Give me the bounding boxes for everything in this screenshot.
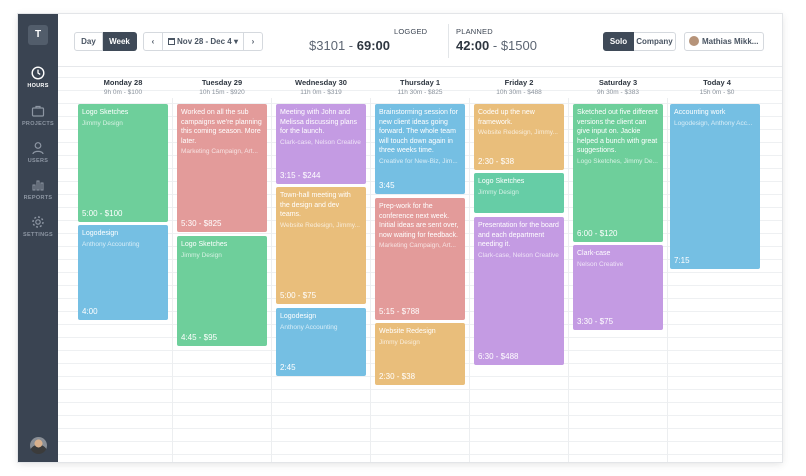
time-entry-card[interactable]: Prep-work for the conference next week. …	[375, 198, 465, 320]
day-header-friday: Friday 2 10h 30m - $488	[470, 78, 568, 96]
time-entry-card[interactable]: Clark-case Nelson Creative 3:30 - $75	[573, 245, 663, 330]
time-entry-card[interactable]: Logo Sketches Jimmy Design 5:00 - $100	[78, 104, 168, 222]
user-menu-button[interactable]: Mathias Mikk...	[684, 32, 764, 51]
sidebar-item-projects[interactable]: PROJECTS	[18, 104, 58, 127]
day-header-thursday: Thursday 1 11h 30m - $825	[371, 78, 469, 96]
planned-label: PLANNED	[456, 27, 493, 36]
day-name: Wednesday 30	[295, 78, 347, 87]
chevron-right-icon: ›	[251, 37, 255, 46]
app-window: T HOURS PROJECTS USERS REPORTS SETTINGS …	[18, 14, 782, 462]
time-entry-card[interactable]: Logo Sketches Jimmy Design	[474, 173, 564, 213]
avatar[interactable]	[30, 437, 47, 454]
logged-amount: $3101	[309, 38, 346, 53]
logged-hours: 69:00	[356, 38, 390, 53]
time-entry-card[interactable]: Website Redesign Jimmy Design 2:30 - $38	[375, 323, 465, 385]
day-header-monday: Monday 28 9h 0m - $100	[74, 78, 172, 96]
time-entry-card[interactable]: Brainstorming session for new client ide…	[375, 104, 465, 194]
day-header-wednesday: Wednesday 30 11h 0m - $319	[272, 78, 370, 96]
day-summary: 10h 30m - $488	[496, 89, 542, 96]
day-summary: 9h 0m - $100	[103, 89, 143, 96]
day-summary: 10h 15m - $920	[199, 89, 245, 96]
planned-hours: 42:00	[456, 38, 490, 53]
chevron-left-icon: ‹	[151, 37, 155, 46]
sidebar-item-label: USERS	[27, 158, 49, 164]
date-range-picker[interactable]: Nov 28 - Dec 4 ▾	[162, 32, 244, 51]
user-avatar	[689, 36, 699, 46]
time-entry-card[interactable]: Town-hall meeting with the design and de…	[276, 187, 366, 304]
logged-label: LOGGED	[394, 27, 428, 36]
week-view-button[interactable]: Week	[103, 32, 137, 51]
sidebar-item-label: HOURS	[27, 83, 49, 89]
day-summary: 9h 30m - $383	[597, 89, 639, 96]
day-divider	[172, 98, 173, 462]
calendar-icon	[168, 38, 176, 45]
clock-icon	[31, 66, 45, 80]
day-header-saturday: Saturday 3 9h 30m - $383	[569, 78, 667, 96]
sidebar-item-label: SETTINGS	[23, 232, 53, 238]
day-header-today: Today 4 15h 0m - $0	[668, 78, 766, 96]
day-divider	[469, 98, 470, 462]
gear-icon	[32, 216, 44, 228]
time-entry-card[interactable]: Logodesign Anthony Accounting 4:00	[78, 225, 168, 320]
sidebar-item-label: PROJECTS	[21, 121, 55, 127]
sidebar: T HOURS PROJECTS USERS REPORTS SETTINGS	[18, 14, 58, 462]
day-summary: 11h 0m - $319	[300, 89, 342, 96]
day-name: Friday 2	[504, 78, 534, 87]
day-name: Thursday 1	[399, 78, 440, 87]
day-name: Saturday 3	[598, 78, 638, 87]
day-header-tuesday: Tuesday 29 10h 15m - $920	[173, 78, 271, 96]
day-summary: 15h 0m - $0	[699, 89, 735, 96]
time-entry-card[interactable]: Sketched out five different versions the…	[573, 104, 663, 242]
day-divider	[568, 98, 569, 462]
day-view-button[interactable]: Day	[74, 32, 103, 51]
summary-divider	[448, 24, 449, 58]
planned-summary: 42:00 - $1500	[456, 38, 537, 53]
day-divider	[271, 98, 272, 462]
sidebar-item-users[interactable]: USERS	[18, 141, 58, 164]
day-name: Today 4	[703, 78, 731, 87]
workspace-logo[interactable]: T	[28, 25, 48, 45]
bar-chart-icon	[32, 180, 44, 191]
prev-week-button[interactable]: ‹	[143, 32, 163, 51]
sidebar-item-label: REPORTS	[23, 195, 53, 201]
time-entry-card[interactable]: Meeting with John and Melissa discussing…	[276, 104, 366, 184]
briefcase-icon	[31, 105, 45, 117]
week-calendar: Monday 28 9h 0m - $100 Tuesday 29 10h 15m …	[58, 68, 782, 462]
user-icon	[32, 142, 44, 155]
planned-amount: $1500	[500, 38, 537, 53]
logged-summary: $3101 - 69:00	[309, 38, 390, 53]
day-divider	[667, 98, 668, 462]
day-name: Monday 28	[103, 78, 143, 87]
day-name: Tuesday 29	[201, 78, 243, 87]
day-divider	[370, 98, 371, 462]
next-week-button[interactable]: ›	[243, 32, 263, 51]
company-toggle[interactable]: Company	[634, 32, 676, 51]
time-entry-card[interactable]: Logodesign Anthony Accounting 2:45	[276, 308, 366, 376]
time-entry-card[interactable]: Accounting work Logodesign, Anthony Acc.…	[670, 104, 760, 269]
sidebar-item-settings[interactable]: SETTINGS	[18, 215, 58, 238]
time-entry-card[interactable]: Logo Sketches Jimmy Design 4:45 - $95	[177, 236, 267, 346]
solo-toggle[interactable]: Solo	[603, 32, 634, 51]
user-name: Mathias Mikk...	[702, 37, 759, 46]
toolbar: Day Week ‹ Nov 28 - Dec 4 ▾ › LOGGED $31…	[58, 14, 782, 67]
time-entry-card[interactable]: Worked on all the sub campaigns we're pl…	[177, 104, 267, 232]
sidebar-item-reports[interactable]: REPORTS	[18, 178, 58, 201]
date-range-label: Nov 28 - Dec 4 ▾	[177, 37, 238, 46]
time-entry-card[interactable]: Presentation for the board and each depa…	[474, 217, 564, 365]
time-entry-card[interactable]: Coded up the new framework. Website Rede…	[474, 104, 564, 170]
sidebar-item-hours[interactable]: HOURS	[18, 66, 58, 89]
day-summary: 11h 30m - $825	[397, 89, 443, 96]
